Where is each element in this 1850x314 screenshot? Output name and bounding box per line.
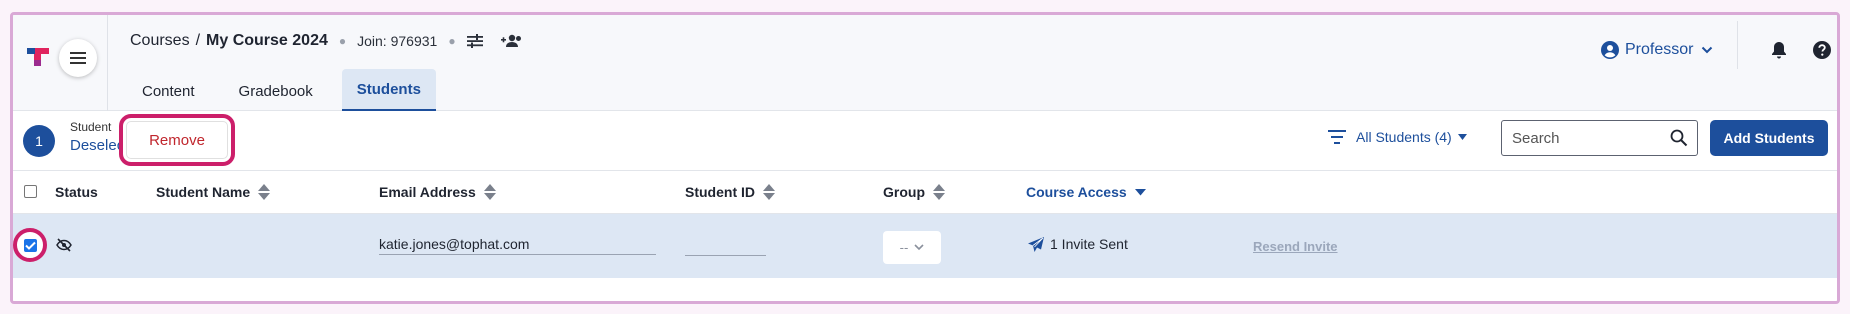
column-label: Group [883, 184, 925, 200]
chevron-down-icon [1702, 46, 1713, 54]
filter-label: All Students (4) [1356, 129, 1452, 145]
selected-count-badge: 1 [23, 125, 55, 157]
column-student-id[interactable]: Student ID [685, 184, 775, 200]
selected-label: Student [70, 120, 112, 134]
checkmark-icon [23, 238, 37, 252]
column-student-name[interactable]: Student Name [156, 184, 271, 200]
caret-down-icon [1457, 134, 1467, 140]
tophat-logo [27, 48, 49, 66]
help-icon[interactable] [1813, 41, 1831, 59]
sort-icon [933, 184, 945, 200]
search-input[interactable] [1512, 129, 1662, 147]
course-title: My Course 2024 [206, 32, 328, 49]
breadcrumb-separator: / [195, 32, 201, 49]
course-access-status: 1 Invite Sent [1050, 236, 1128, 252]
tab-gradebook[interactable]: Gradebook [224, 71, 328, 111]
row-select-checkbox[interactable] [13, 228, 47, 262]
app-frame: Courses / My Course 2024 ● Join: 976931 … [10, 12, 1840, 304]
breadcrumb: Courses / My Course 2024 ● Join: 976931 … [130, 29, 523, 53]
sliders-icon[interactable] [466, 34, 483, 48]
email-cell: katie.jones@tophat.com [379, 236, 656, 255]
dot-separator: ● [448, 34, 456, 48]
student-id-cell[interactable] [685, 236, 766, 256]
dot-separator: ● [338, 34, 347, 48]
table-row: katie.jones@tophat.com -- 1 Invite Sent … [13, 214, 1837, 278]
selection-toolbar: 1 Student Deselect Remove All Students (… [13, 111, 1837, 171]
filter-icon [1328, 130, 1346, 144]
profile-menu[interactable]: Professor [1601, 41, 1713, 59]
header-divider [107, 15, 108, 111]
table-header: Status Student Name Email Address Studen… [13, 171, 1837, 214]
select-all-checkbox[interactable] [24, 185, 37, 198]
send-icon [1028, 236, 1044, 252]
table-footer-space [13, 278, 1837, 301]
remove-button[interactable]: Remove [119, 114, 235, 166]
chevron-down-icon [914, 244, 924, 251]
group-value: -- [899, 240, 909, 255]
course-tabs: Content Gradebook Students [127, 60, 450, 111]
column-label: Student ID [685, 184, 755, 200]
course-access-cell: 1 Invite Sent [1028, 236, 1128, 252]
sort-icon [763, 184, 775, 200]
course-header: Courses / My Course 2024 ● Join: 976931 … [13, 15, 1837, 111]
sort-desc-icon [1134, 188, 1146, 196]
sort-icon [258, 184, 271, 200]
column-course-access[interactable]: Course Access [1026, 184, 1146, 200]
add-students-button[interactable]: Add Students [1710, 120, 1828, 156]
search-icon[interactable] [1670, 129, 1688, 147]
column-label: Email Address [379, 184, 476, 200]
column-status: Status [55, 184, 98, 200]
join-code: Join: 976931 [357, 33, 438, 49]
header-divider-right [1737, 21, 1738, 69]
tab-students[interactable]: Students [341, 69, 436, 111]
column-label: Student Name [156, 184, 251, 200]
search-box [1501, 120, 1698, 156]
breadcrumb-courses-link[interactable]: Courses [130, 32, 190, 50]
student-filter-dropdown[interactable]: All Students (4) [1328, 129, 1467, 145]
invisible-icon [56, 238, 72, 252]
sort-icon [483, 184, 496, 200]
group-select[interactable]: -- [883, 231, 941, 264]
bell-icon[interactable] [1771, 41, 1787, 59]
menu-button[interactable] [59, 39, 97, 77]
column-group[interactable]: Group [883, 184, 945, 200]
profile-label: Professor [1625, 41, 1694, 58]
user-circle-icon [1601, 41, 1619, 59]
add-group-icon[interactable] [500, 34, 523, 48]
column-label: Course Access [1026, 184, 1127, 200]
tab-content[interactable]: Content [127, 71, 210, 111]
hamburger-icon [70, 52, 86, 64]
column-email-address[interactable]: Email Address [379, 184, 496, 200]
resend-invite-link[interactable]: Resend Invite [1253, 239, 1338, 254]
